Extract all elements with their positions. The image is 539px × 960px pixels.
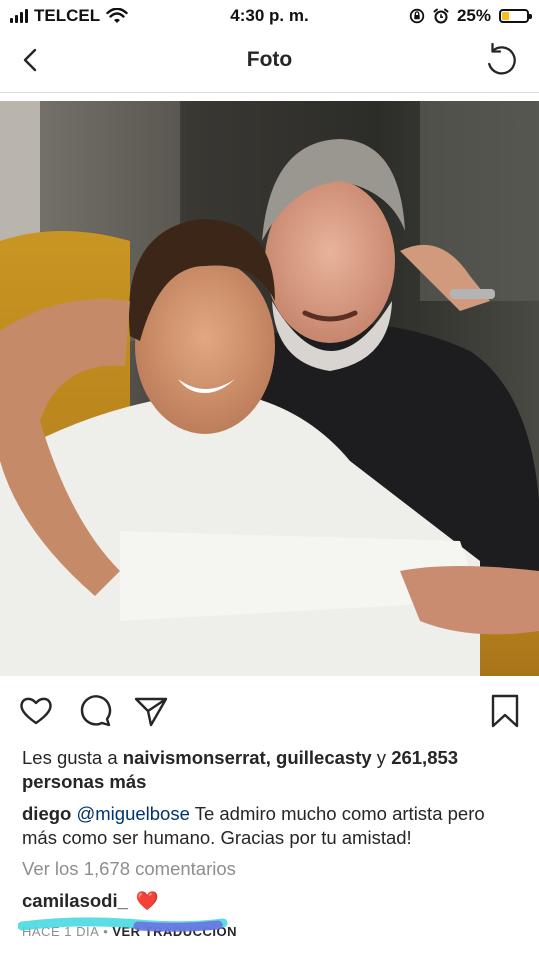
heart-emoji: ❤️ [135, 890, 159, 911]
caption-mention[interactable]: @miguelbose [76, 803, 189, 824]
comment-item: camilasodi_ ❤️ [22, 890, 159, 912]
liker-username-1[interactable]: naivismonserrat [123, 747, 266, 768]
post-photo[interactable] [0, 101, 539, 676]
share-icon[interactable] [132, 692, 170, 730]
battery-percent: 25% [456, 6, 491, 25]
likes-count[interactable]: 261,853 [391, 747, 458, 768]
likes-summary: Les gusta a naivismonserrat, guillecasty… [22, 746, 522, 794]
likes-prefix: Les gusta a [22, 747, 123, 768]
battery-fill [502, 12, 509, 20]
battery-icon [499, 9, 532, 23]
post-caption: diego @miguelbose Te admiro mucho como a… [22, 802, 522, 850]
status-right: 25% [409, 6, 532, 26]
view-comments-link[interactable]: Ver los 1,678 comentarios [22, 858, 236, 880]
nav-bar: Foto [0, 30, 539, 93]
likes-comma: , [265, 747, 277, 768]
likes-suffix[interactable]: personas más [22, 771, 146, 792]
post-action-bar [0, 690, 539, 734]
comment-username[interactable]: camilasodi_ [22, 890, 128, 912]
page-title: Foto [246, 48, 293, 71]
liker-username-2[interactable]: guillecasty [276, 747, 372, 768]
rotation-lock-icon [409, 8, 425, 24]
bookmark-icon[interactable] [486, 692, 524, 730]
caption-author[interactable]: diego [22, 803, 71, 824]
redaction-scribble [18, 917, 228, 932]
post-photo-image [0, 101, 539, 676]
likes-and: y [371, 747, 392, 768]
heart-icon[interactable] [17, 692, 55, 730]
status-bar: TELCEL 4:30 p. m. 25% [0, 0, 539, 30]
alarm-icon [433, 8, 449, 24]
comment-icon[interactable] [76, 692, 114, 730]
refresh-icon[interactable] [481, 40, 521, 80]
